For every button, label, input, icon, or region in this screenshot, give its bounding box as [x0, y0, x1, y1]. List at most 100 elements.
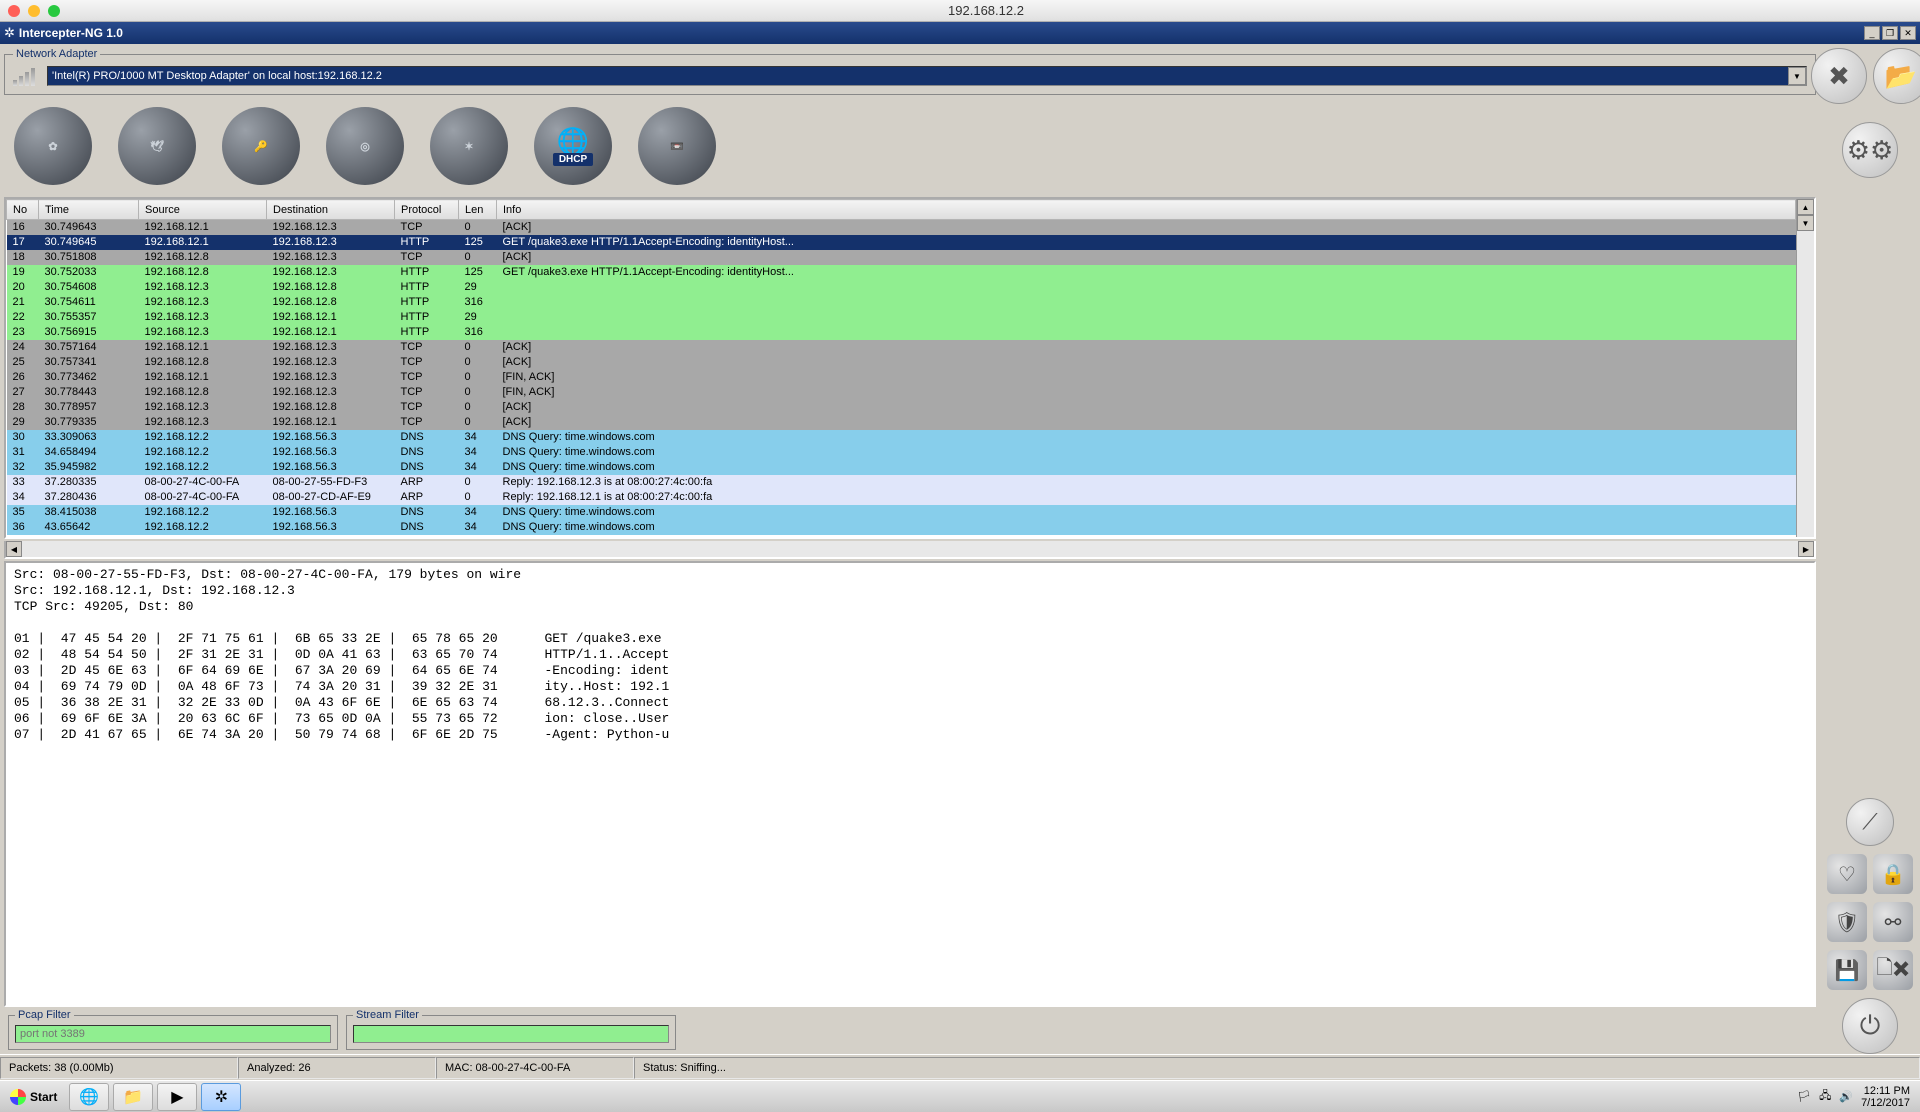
settings-button[interactable]: ⚙⚙: [1842, 122, 1898, 178]
adapter-select[interactable]: 'Intel(R) PRO/1000 MT Desktop Adapter' o…: [47, 66, 1807, 86]
taskbar-media-button[interactable]: ▶: [157, 1083, 197, 1111]
scroll-right-icon[interactable]: ▶: [1798, 541, 1814, 557]
stream-filter-input[interactable]: [353, 1025, 669, 1043]
pcap-filter-input[interactable]: [15, 1025, 331, 1043]
windows-logo-icon: [10, 1089, 26, 1105]
stream-filter-group: Stream Filter: [346, 1009, 676, 1050]
mac-close-button[interactable]: [8, 5, 20, 17]
status-sniffing: Status: Sniffing...: [634, 1057, 1920, 1079]
mac-minimize-button[interactable]: [28, 5, 40, 17]
side-toolbar: ✖ 📂 ⚙⚙ ⟋ ♡ 🔒 🛡 ⚯ 💾 🗋✖ ⏻: [1820, 44, 1920, 1054]
save-icon[interactable]: 💾: [1827, 950, 1867, 990]
packet-detail-pane[interactable]: Src: 08-00-27-55-FD-F3, Dst: 08-00-27-4C…: [4, 561, 1816, 1007]
taskbar-explorer-button[interactable]: 📁: [113, 1083, 153, 1111]
mode-scan-button[interactable]: ◎: [322, 103, 408, 189]
start-label: Start: [30, 1090, 57, 1104]
horizontal-scrollbar[interactable]: ◀ ▶: [4, 541, 1816, 559]
column-header[interactable]: No: [7, 200, 39, 220]
column-header[interactable]: Time: [39, 200, 139, 220]
tray-flag-icon[interactable]: 🏳: [1797, 1090, 1811, 1103]
status-analyzed: Analyzed: 26: [238, 1057, 436, 1079]
open-button[interactable]: 📂: [1873, 48, 1920, 104]
column-header[interactable]: Destination: [267, 200, 395, 220]
close-button[interactable]: ✕: [1900, 26, 1916, 40]
app-title: Intercepter-NG 1.0: [19, 26, 1864, 40]
connection-icon[interactable]: ⟋: [1846, 798, 1894, 846]
table-row[interactable]: 1630.749643192.168.12.1192.168.12.3TCP0[…: [7, 220, 1796, 235]
mac-maximize-button[interactable]: [48, 5, 60, 17]
taskbar-ie-button[interactable]: 🌐: [69, 1083, 109, 1111]
column-header[interactable]: Info: [497, 200, 1796, 220]
app-icon: ✲: [4, 25, 15, 41]
mode-messengers-button[interactable]: ✿: [10, 103, 96, 189]
tray-date: 7/12/2017: [1861, 1097, 1910, 1109]
pcap-filter-group: Pcap Filter: [8, 1009, 338, 1050]
network-adapter-legend: Network Adapter: [13, 48, 100, 60]
start-button[interactable]: Start: [0, 1085, 67, 1109]
network-adapter-group: Network Adapter 'Intel(R) PRO/1000 MT De…: [4, 48, 1816, 95]
table-row[interactable]: 3437.28043608-00-27-4C-00-FA08-00-27-CD-…: [7, 490, 1796, 505]
table-row[interactable]: 2830.778957192.168.12.3192.168.12.8TCP0[…: [7, 400, 1796, 415]
table-row[interactable]: 3643.65642192.168.12.2192.168.56.3DNS34D…: [7, 520, 1796, 535]
mode-toolbar: ✿ 🕊 🔑 ◎ ✶ 🌐DHCP 📼: [4, 97, 1816, 195]
scroll-left-icon[interactable]: ◀: [6, 541, 22, 557]
table-row[interactable]: 1830.751808192.168.12.8192.168.12.3TCP0[…: [7, 250, 1796, 265]
minimize-button[interactable]: _: [1864, 26, 1880, 40]
table-row[interactable]: 3134.658494192.168.12.2192.168.56.3DNS34…: [7, 445, 1796, 460]
tray-clock[interactable]: 12:11 PM 7/12/2017: [1861, 1085, 1910, 1109]
taskbar-app-button[interactable]: ✲: [201, 1083, 241, 1111]
stream-filter-legend: Stream Filter: [353, 1009, 422, 1021]
power-button[interactable]: ⏻: [1842, 998, 1898, 1054]
column-header[interactable]: Len: [459, 200, 497, 220]
table-row[interactable]: 2030.754608192.168.12.3192.168.12.8HTTP2…: [7, 280, 1796, 295]
dropdown-arrow-icon[interactable]: ▼: [1788, 67, 1806, 85]
mac-window-title: 192.168.12.2: [60, 3, 1912, 18]
table-row[interactable]: 1930.752033192.168.12.8192.168.12.3HTTP1…: [7, 265, 1796, 280]
status-packets: Packets: 38 (0.00Mb): [0, 1057, 238, 1079]
mode-mitm-button[interactable]: ✶: [426, 103, 512, 189]
table-row[interactable]: 2330.756915192.168.12.3192.168.12.1HTTP3…: [7, 325, 1796, 340]
mode-raw-button[interactable]: 📼: [634, 103, 720, 189]
table-row[interactable]: 2930.779335192.168.12.3192.168.12.1TCP0[…: [7, 415, 1796, 430]
table-row[interactable]: 3538.415038192.168.12.2192.168.56.3DNS34…: [7, 505, 1796, 520]
app-titlebar: ✲ Intercepter-NG 1.0 _ ❐ ✕: [0, 22, 1920, 44]
stop-button[interactable]: ✖: [1811, 48, 1867, 104]
scroll-up-icon[interactable]: ▲: [1797, 199, 1814, 215]
lock-icon[interactable]: 🔒: [1873, 854, 1913, 894]
heartbleed-icon[interactable]: ♡: [1827, 854, 1867, 894]
column-header[interactable]: Source: [139, 200, 267, 220]
status-mac: MAC: 08-00-27-4C-00-FA: [436, 1057, 634, 1079]
tray-time: 12:11 PM: [1861, 1085, 1910, 1097]
table-row[interactable]: 2530.757341192.168.12.8192.168.12.3TCP0[…: [7, 355, 1796, 370]
column-header[interactable]: Protocol: [395, 200, 459, 220]
table-row[interactable]: 2730.778443192.168.12.8192.168.12.3TCP0[…: [7, 385, 1796, 400]
packet-table-container: NoTimeSourceDestinationProtocolLenInfo 1…: [4, 197, 1816, 539]
table-row[interactable]: 2130.754611192.168.12.3192.168.12.8HTTP3…: [7, 295, 1796, 310]
chain-icon[interactable]: ⚯: [1873, 902, 1913, 942]
shield-icon[interactable]: 🛡: [1827, 902, 1867, 942]
vertical-scrollbar[interactable]: ▲ ▼: [1796, 199, 1814, 537]
table-row[interactable]: 2430.757164192.168.12.1192.168.12.3TCP0[…: [7, 340, 1796, 355]
scroll-down-icon[interactable]: ▼: [1797, 215, 1814, 231]
mode-dhcp-button[interactable]: 🌐DHCP: [530, 103, 616, 189]
tray-volume-icon[interactable]: 🔊: [1839, 1090, 1853, 1103]
restore-button[interactable]: ❐: [1882, 26, 1898, 40]
packet-table[interactable]: NoTimeSourceDestinationProtocolLenInfo 1…: [6, 199, 1796, 535]
signal-icon: [13, 66, 41, 86]
table-row[interactable]: 3033.309063192.168.12.2192.168.56.3DNS34…: [7, 430, 1796, 445]
table-row[interactable]: 2630.773462192.168.12.1192.168.12.3TCP0[…: [7, 370, 1796, 385]
windows-taskbar: Start 🌐 📁 ▶ ✲ 🏳 🖧 🔊 12:11 PM 7/12/2017: [0, 1080, 1920, 1112]
system-tray: 🏳 🖧 🔊 12:11 PM 7/12/2017: [1787, 1085, 1920, 1109]
tray-network-icon[interactable]: 🖧: [1819, 1087, 1831, 1106]
pcap-filter-legend: Pcap Filter: [15, 1009, 74, 1021]
mode-resurrection-button[interactable]: 🕊: [114, 103, 200, 189]
table-row[interactable]: 2230.755357192.168.12.3192.168.12.1HTTP2…: [7, 310, 1796, 325]
adapter-value: 'Intel(R) PRO/1000 MT Desktop Adapter' o…: [52, 70, 382, 82]
table-row[interactable]: 3337.28033508-00-27-4C-00-FA08-00-27-55-…: [7, 475, 1796, 490]
mode-passwords-button[interactable]: 🔑: [218, 103, 304, 189]
table-row[interactable]: 1730.749645192.168.12.1192.168.12.3HTTP1…: [7, 235, 1796, 250]
delete-file-icon[interactable]: 🗋✖: [1873, 950, 1913, 990]
table-row[interactable]: 3235.945982192.168.12.2192.168.56.3DNS34…: [7, 460, 1796, 475]
mac-titlebar: 192.168.12.2: [0, 0, 1920, 22]
status-bar: Packets: 38 (0.00Mb) Analyzed: 26 MAC: 0…: [0, 1054, 1920, 1080]
